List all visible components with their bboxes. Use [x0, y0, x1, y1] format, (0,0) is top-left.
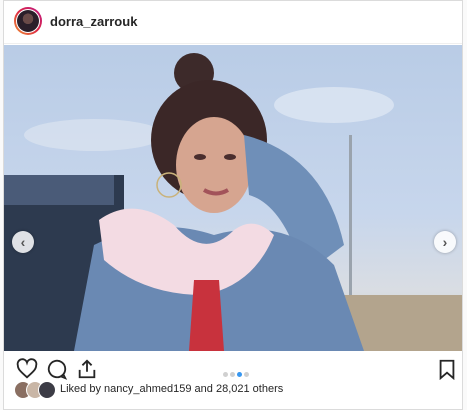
post-header: dorra_zarrouk: [4, 1, 462, 44]
heart-icon: [16, 358, 38, 379]
comment-icon: [47, 359, 68, 380]
liked-by-label: Liked by: [60, 383, 105, 395]
chevron-left-icon: ‹: [20, 234, 26, 250]
profile-avatar[interactable]: [14, 7, 42, 35]
post-photo[interactable]: ‹ ›: [4, 45, 462, 351]
share-icon: [78, 359, 96, 379]
likes-count-link[interactable]: 28,021 others: [216, 383, 283, 395]
liker-avatar[interactable]: [38, 381, 56, 399]
post-card: dorra_zarrouk ‹ › Liked by nancy_ahmed15…: [3, 0, 463, 410]
likes-text: Liked by nancy_ahmed159 and 28,021 other…: [60, 383, 283, 395]
carousel-dot: [244, 372, 249, 377]
carousel-indicator: [222, 364, 250, 382]
comment-button[interactable]: [46, 358, 68, 380]
and-label: and: [191, 383, 216, 395]
liker-username-link[interactable]: nancy_ahmed159: [104, 383, 191, 395]
share-button[interactable]: [76, 358, 98, 380]
save-button[interactable]: [436, 358, 458, 381]
photo-illustration: [4, 53, 462, 351]
avatar-image: [17, 10, 39, 32]
carousel-prev-button[interactable]: ‹: [12, 231, 34, 253]
chevron-right-icon: ›: [442, 234, 448, 250]
bookmark-icon: [439, 359, 455, 381]
carousel-next-button[interactable]: ›: [434, 231, 456, 253]
like-button[interactable]: [16, 358, 38, 380]
carousel-dot: [223, 372, 228, 377]
action-bar: [4, 353, 462, 383]
carousel-dot: [230, 372, 235, 377]
carousel-dot-active: [237, 372, 242, 377]
username-link[interactable]: dorra_zarrouk: [50, 14, 137, 29]
